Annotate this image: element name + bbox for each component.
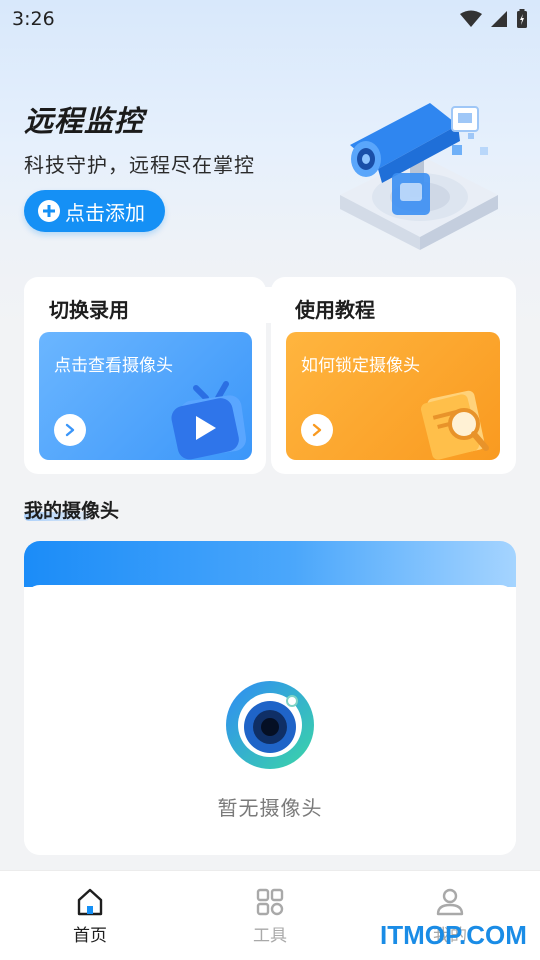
switch-recording-card: 切换录用 点击查看摄像头 <box>24 277 266 474</box>
camera-card-header <box>24 541 516 587</box>
plus-icon <box>38 200 60 222</box>
view-camera-label: 点击查看摄像头 <box>54 356 173 376</box>
home-icon <box>77 888 103 916</box>
battery-icon <box>517 9 527 28</box>
signal-icon <box>491 11 507 27</box>
camera-card-body: 暂无摄像头 <box>24 585 516 855</box>
lock-camera-arrow-button[interactable] <box>301 414 333 446</box>
card-title-tutorial: 使用教程 <box>295 298 375 322</box>
add-button-label: 点击添加 <box>65 200 145 225</box>
wifi-icon <box>460 10 482 27</box>
lock-camera-label: 如何锁定摄像头 <box>301 356 420 376</box>
add-camera-button[interactable]: 点击添加 <box>24 190 165 232</box>
book-magnifier-icon <box>420 390 489 460</box>
status-time: 3:26 <box>12 8 55 30</box>
feature-cards: 切换录用 点击查看摄像头 使用教程 如何锁定摄像头 <box>24 277 516 474</box>
tutorial-card: 使用教程 如何锁定摄像头 <box>271 277 516 474</box>
chevron-right-icon <box>65 423 75 437</box>
chevron-right-icon <box>312 423 322 437</box>
view-camera-arrow-button[interactable] <box>54 414 86 446</box>
security-camera-illustration <box>340 103 498 250</box>
profile-icon <box>436 888 464 916</box>
my-cameras-card: 暂无摄像头 <box>24 541 516 855</box>
tv-play-icon <box>171 381 247 460</box>
site-watermark: ITMOP.COM <box>380 920 527 950</box>
my-cameras-title: 我的摄像头 <box>24 500 120 522</box>
view-camera-panel[interactable]: 点击查看摄像头 <box>39 332 252 460</box>
nav-item-home[interactable]: 首页 <box>50 887 130 946</box>
status-icons <box>460 9 528 29</box>
card-title-switch-recording: 切换录用 <box>49 298 129 322</box>
hero-subtitle: 科技守护，远程尽在掌控 <box>24 153 255 177</box>
nav-item-tools[interactable]: 工具 <box>230 887 310 946</box>
lock-camera-panel[interactable]: 如何锁定摄像头 <box>286 332 500 460</box>
grid-icon <box>256 888 284 916</box>
camera-lens-icon <box>226 681 314 769</box>
nav-label-home: 首页 <box>73 926 107 946</box>
status-bar: 3:26 <box>0 0 540 38</box>
nav-label-tools: 工具 <box>253 926 287 946</box>
hero-title: 远程监控 <box>24 104 145 138</box>
no-cameras-text: 暂无摄像头 <box>217 796 323 820</box>
